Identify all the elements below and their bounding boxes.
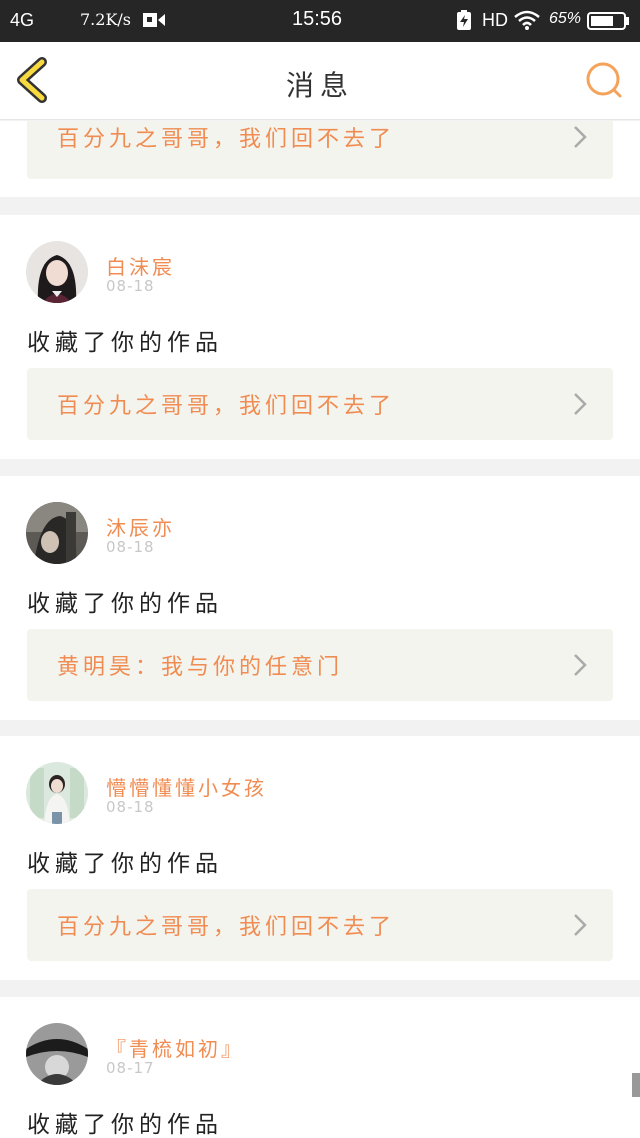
signal-indicator: 4G (10, 10, 35, 30)
work-link[interactable]: 黄明昊：我与你的任意门 (27, 629, 613, 701)
username[interactable]: 沐辰亦 (106, 512, 175, 541)
chevron-right-icon (574, 914, 587, 936)
avatar[interactable] (26, 241, 88, 303)
status-bar: 4G 7.2K/s 15:56 HD 65% (0, 0, 640, 42)
work-title: 百分九之哥哥，我们回不去了 (57, 394, 396, 419)
action-text: 收藏了你的作品 (27, 851, 223, 877)
list-item: 白沫宸 08-18 收藏了你的作品 百分九之哥哥，我们回不去了 (0, 215, 640, 459)
list-item: 懵懵懂懂小女孩 08-18 收藏了你的作品 百分九之哥哥，我们回不去了 (0, 736, 640, 980)
network-speed: 7.2K/s (80, 10, 131, 29)
scrollbar-thumb[interactable] (632, 1073, 640, 1097)
username[interactable]: 懵懵懂懂小女孩 (106, 772, 267, 801)
avatar[interactable] (26, 502, 88, 564)
wifi-icon (513, 10, 541, 30)
message-date: 08-18 (106, 538, 155, 556)
chevron-right-icon (574, 393, 587, 415)
message-date: 08-18 (106, 798, 155, 816)
action-text: 收藏了你的作品 (27, 591, 223, 617)
work-title: 黄明昊：我与你的任意门 (57, 655, 344, 680)
status-time: 15:56 (292, 8, 343, 30)
avatar[interactable] (26, 1023, 88, 1085)
message-date: 08-17 (106, 1059, 155, 1077)
hd-indicator: HD (482, 10, 508, 30)
search-button[interactable] (584, 60, 624, 100)
message-date: 08-18 (106, 277, 155, 295)
work-link[interactable]: 百分九之哥哥，我们回不去了 (27, 121, 613, 179)
action-text: 收藏了你的作品 (27, 1112, 223, 1138)
chevron-right-icon (574, 654, 587, 676)
action-text: 收藏了你的作品 (27, 330, 223, 356)
battery-percent: 65% (549, 10, 582, 27)
search-icon (586, 62, 622, 98)
username[interactable]: 『青梳如初』 (106, 1033, 244, 1062)
page-title: 消息 (285, 69, 354, 102)
work-link[interactable]: 百分九之哥哥，我们回不去了 (27, 368, 613, 440)
username[interactable]: 白沫宸 (106, 251, 175, 280)
list-item: 沐辰亦 08-18 收藏了你的作品 黄明昊：我与你的任意门 (0, 476, 640, 720)
list-item: 百分九之哥哥，我们回不去了 (0, 121, 640, 197)
message-list[interactable]: 百分九之哥哥，我们回不去了 白沫宸 08-18 收藏了你的作品 百分九之哥哥，我… (0, 121, 640, 1138)
list-item: 『青梳如初』 08-17 收藏了你的作品 (0, 997, 640, 1138)
battery-icon (587, 12, 629, 30)
charging-icon (457, 10, 471, 30)
avatar[interactable] (26, 762, 88, 824)
chevron-right-icon (574, 126, 587, 148)
video-record-icon (143, 12, 165, 28)
work-title: 百分九之哥哥，我们回不去了 (57, 127, 396, 152)
work-link[interactable]: 百分九之哥哥，我们回不去了 (27, 889, 613, 961)
top-nav-bar: 消息 (0, 42, 640, 120)
work-title: 百分九之哥哥，我们回不去了 (57, 915, 396, 940)
